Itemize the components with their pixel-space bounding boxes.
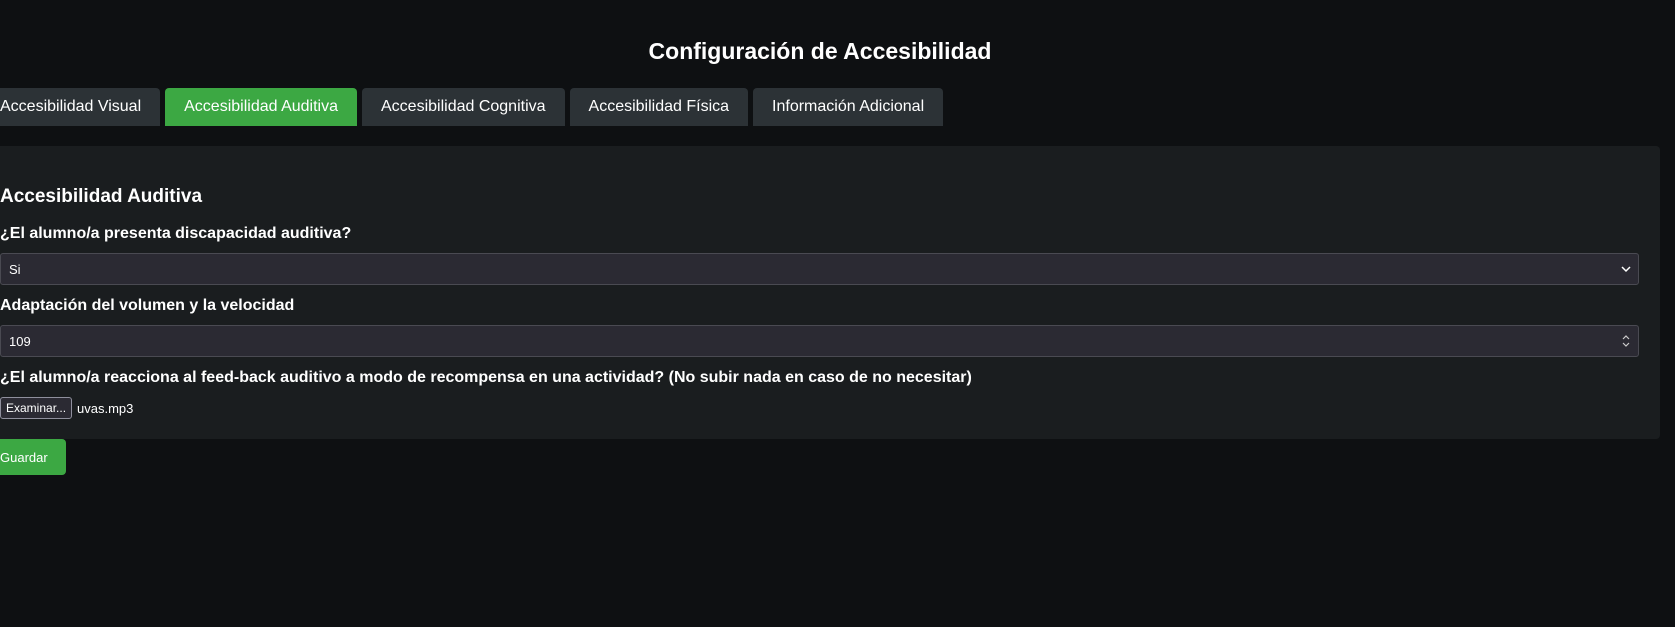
hearing-select-value: Si	[9, 261, 21, 277]
hearing-question-label: ¿El alumno/a presenta discapacidad audit…	[0, 225, 352, 242]
volume-label: Adaptación del volumen y la velocidad	[0, 297, 295, 314]
tab-informacion-adicional[interactable]: Información Adicional	[753, 88, 944, 126]
volume-input[interactable]: 109	[0, 325, 1639, 357]
page: Configuración de Accesibilidad Accesibil…	[0, 0, 1675, 627]
volume-value: 109	[9, 333, 31, 349]
file-name: uvas.mp3	[77, 400, 134, 416]
tab-visual[interactable]: Accesibilidad Visual	[0, 88, 161, 126]
hearing-select[interactable]: Si	[0, 253, 1639, 285]
chevron-down-icon	[1621, 266, 1631, 273]
settings-panel: Accesibilidad Auditiva ¿El alumno/a pres…	[0, 146, 1660, 439]
page-title: Configuración de Accesibilidad	[648, 38, 992, 64]
file-upload: Examinar... uvas.mp3	[0, 397, 133, 419]
save-button[interactable]: Guardar	[0, 439, 66, 475]
tab-cognitiva[interactable]: Accesibilidad Cognitiva	[362, 88, 565, 126]
section-title: Accesibilidad Auditiva	[0, 186, 203, 207]
spinner-icon[interactable]	[1620, 332, 1632, 350]
tab-bar: Accesibilidad Visual Accesibilidad Audit…	[0, 88, 944, 126]
browse-button[interactable]: Examinar...	[0, 397, 73, 419]
feedback-label: ¿El alumno/a reacciona al feed-back audi…	[0, 369, 972, 386]
tab-fisica[interactable]: Accesibilidad Física	[569, 88, 749, 126]
tab-auditiva[interactable]: Accesibilidad Auditiva	[165, 88, 357, 126]
